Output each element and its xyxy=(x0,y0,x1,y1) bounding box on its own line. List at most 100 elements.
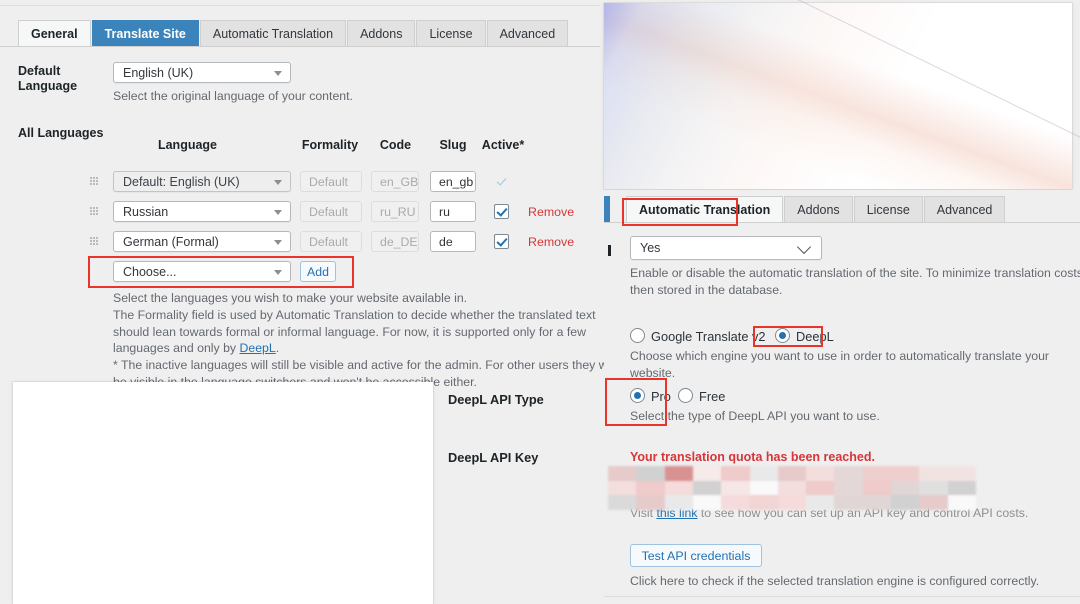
row-code-input-2: de_DE_ xyxy=(371,231,419,252)
row-active-tick-icon-0 xyxy=(496,176,507,187)
row-active-checkbox-1[interactable] xyxy=(494,204,509,219)
engine-label-google-translate: Google Translate v2 xyxy=(651,329,766,344)
tab-bar-underline xyxy=(0,46,600,47)
tab-addons[interactable]: Addons xyxy=(347,20,416,47)
row-code-input-1: ru_RU xyxy=(371,201,419,222)
row-formality-input-2[interactable]: Default xyxy=(300,231,362,252)
column-header-slug: Slug xyxy=(439,138,467,152)
column-header-active: Active* xyxy=(481,138,525,152)
row-slug-value-2: de xyxy=(439,234,453,249)
tab-license[interactable]: License xyxy=(853,196,923,223)
row-remove-link-2[interactable]: Remove xyxy=(528,235,574,249)
description-line-2-text-b: . xyxy=(275,341,280,356)
description-line-1: Select the languages you wish to make yo… xyxy=(113,291,468,305)
blank-overlay-panel-bottom-left xyxy=(13,382,433,604)
default-language-hint: Select the original language of your con… xyxy=(113,89,353,103)
row-language-select-2[interactable]: German (Formal) xyxy=(113,231,291,252)
add-language-select[interactable]: Choose... xyxy=(113,261,291,282)
row-slug-value-1: ru xyxy=(439,204,450,219)
tab-bar-underline xyxy=(604,222,1080,223)
row-language-select-1[interactable]: Russian xyxy=(113,201,291,222)
tab-general[interactable]: General xyxy=(18,20,91,47)
deepl-api-type-label: DeepL API Type xyxy=(448,392,544,407)
diagonal-highlight-line xyxy=(723,0,1080,166)
row-active-checkbox-2[interactable] xyxy=(494,234,509,249)
row-code-value-1: ru_RU xyxy=(380,204,416,219)
row-slug-input-2[interactable]: de xyxy=(430,231,476,252)
screenshot-stage: General Translate Site Automatic Transla… xyxy=(0,0,1080,604)
truncated-row-label-sliver xyxy=(608,245,611,256)
tab-advanced[interactable]: Advanced xyxy=(923,196,1006,223)
add-language-value: Choose... xyxy=(123,264,177,279)
row-language-value-1: Russian xyxy=(123,204,169,219)
api-type-label-free: Free xyxy=(699,389,726,404)
automatic-translation-panel: Automatic Translation Addons License Adv… xyxy=(604,190,1080,604)
bottom-divider xyxy=(604,596,1080,597)
row-formality-input-0[interactable]: Default xyxy=(300,171,362,192)
languages-description: Select the languages you wish to make yo… xyxy=(113,290,633,391)
column-header-code: Code xyxy=(379,138,412,152)
test-api-credentials-button[interactable]: Test API credentials xyxy=(630,544,762,567)
row-formality-value-1: Default xyxy=(309,204,348,219)
row-slug-input-0[interactable]: en_gb xyxy=(430,171,476,192)
enable-hint-line-1: Enable or disable the automatic translat… xyxy=(630,266,1080,280)
row-formality-value-2: Default xyxy=(309,234,348,249)
default-language-label-line1: Default xyxy=(18,64,61,78)
default-language-label-line2: Language xyxy=(18,79,78,93)
row-formality-value-0: Default xyxy=(309,174,348,189)
top-divider xyxy=(0,5,600,6)
test-credentials-hint: Click here to check if the selected tran… xyxy=(630,574,1040,588)
drag-handle-icon[interactable] xyxy=(90,207,99,216)
row-remove-link-1[interactable]: Remove xyxy=(528,205,574,219)
description-line-2: The Formality field is used by Automatic… xyxy=(113,307,633,357)
row-formality-input-1[interactable]: Default xyxy=(300,201,362,222)
all-languages-label: All Languages xyxy=(18,126,104,140)
engine-label-deepl: DeepL xyxy=(796,329,834,344)
deepl-link[interactable]: DeepL xyxy=(239,341,275,355)
tab-addons[interactable]: Addons xyxy=(784,196,853,223)
redacted-api-key-field xyxy=(608,466,976,510)
chevron-down-icon xyxy=(796,239,812,255)
row-slug-input-1[interactable]: ru xyxy=(430,201,476,222)
tab-license[interactable]: License xyxy=(416,20,486,47)
quota-error-message: Your translation quota has been reached. xyxy=(630,450,875,464)
automatic-translation-tab-bar: Automatic Translation Addons License Adv… xyxy=(626,196,1006,223)
default-language-select[interactable]: English (UK) xyxy=(113,62,291,83)
row-language-select-0[interactable]: Default: English (UK) xyxy=(113,171,291,192)
column-header-language: Language xyxy=(157,138,218,152)
enable-automatic-translation-value: Yes xyxy=(640,241,661,255)
deepl-api-key-label: DeepL API Key xyxy=(448,450,539,465)
tab-automatic-translation-active[interactable]: Automatic Translation xyxy=(626,196,784,223)
api-type-label-pro: Pro xyxy=(651,389,671,404)
row-code-input-0: en_GB xyxy=(371,171,419,192)
tab-advanced[interactable]: Advanced xyxy=(486,20,569,47)
gradient-overlay-panel-top-right xyxy=(604,0,1080,189)
engine-hint: Choose which engine you want to use in o… xyxy=(630,349,1050,380)
chevron-down-icon xyxy=(274,71,282,76)
active-tab-stub-indicator xyxy=(604,196,610,223)
enable-automatic-translation-select[interactable]: Yes xyxy=(630,236,822,260)
chevron-down-icon xyxy=(274,180,282,185)
column-header-formality: Formality xyxy=(301,138,359,152)
settings-tab-bar: General Translate Site Automatic Transla… xyxy=(18,20,569,47)
default-language-value: English (UK) xyxy=(123,65,194,80)
api-type-radio-free[interactable] xyxy=(678,388,693,403)
drag-handle-icon[interactable] xyxy=(90,237,99,246)
tab-translate-site[interactable]: Translate Site xyxy=(91,20,199,47)
enable-hint-line-2: then stored in the database. xyxy=(630,283,783,297)
description-line-2-text-a: The Formality field is used by Automatic… xyxy=(113,307,596,356)
chevron-down-icon xyxy=(274,240,282,245)
chevron-down-icon xyxy=(274,210,282,215)
api-type-radio-pro[interactable] xyxy=(630,388,645,403)
row-language-value-0: Default: English (UK) xyxy=(123,174,240,189)
api-type-hint: Select the type of DeepL API you want to… xyxy=(630,409,880,423)
chevron-down-icon xyxy=(274,270,282,275)
row-code-value-2: de_DE_ xyxy=(380,234,418,249)
row-language-value-2: German (Formal) xyxy=(123,234,219,249)
engine-radio-deepl[interactable] xyxy=(775,328,790,343)
drag-handle-icon[interactable] xyxy=(90,177,99,186)
add-language-button[interactable]: Add xyxy=(300,261,336,282)
row-slug-value-0: en_gb xyxy=(439,174,474,189)
tab-automatic-translation[interactable]: Automatic Translation xyxy=(199,20,347,47)
engine-radio-google-translate[interactable] xyxy=(630,328,645,343)
